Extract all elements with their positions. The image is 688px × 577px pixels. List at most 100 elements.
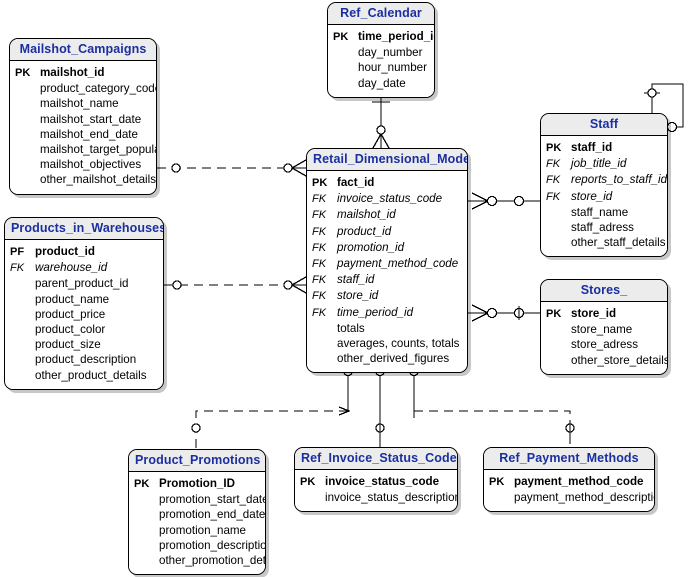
entity-title-products_in_warehouses: Products_in_Warehouses [5, 218, 163, 240]
relationship-ref-calendar-to-retail-dimensional-model [372, 93, 390, 149]
attribute-key-marker: FK [312, 258, 327, 271]
attribute-key-marker: PK [546, 308, 562, 320]
attribute-name: invoice_status_code [337, 192, 443, 206]
attribute-key-marker: FK [312, 225, 327, 238]
attribute-row: mailshot_start_date [15, 112, 151, 127]
attribute-row: product_color [10, 322, 158, 337]
attribute-row: FK payment_method_code [312, 256, 462, 272]
attribute-key-marker: FK [312, 193, 327, 206]
entity-mailshot_campaigns[interactable]: Mailshot_Campaigns PK mailshot_id product_c… [9, 38, 157, 195]
entity-title-ref_calendar: Ref_Calendar [328, 3, 434, 25]
attribute-name: product_category_code [40, 82, 157, 96]
attribute-row: PK Promotion_ID [134, 476, 260, 492]
entity-title-stores: Stores_ [541, 280, 667, 302]
entity-stores[interactable]: Stores_ PK store_id store_name store_adress o… [540, 279, 668, 375]
attribute-key-marker: PF [10, 246, 25, 258]
entity-ref_invoice_status_codes[interactable]: Ref_Invoice_Status_Codes PK invoice_status… [294, 447, 458, 513]
attribute-name: totals [337, 321, 365, 335]
attribute-name: mailshot_start_date [40, 112, 142, 126]
attribute-row: averages, counts, totals [312, 336, 462, 351]
attribute-row: FK warehouse_id [10, 260, 158, 276]
attribute-row: promotion_name [134, 523, 260, 538]
attribute-row: other_derived_figures [312, 351, 462, 366]
attribute-row: staff_adress [546, 220, 662, 235]
entity-products_in_warehouses[interactable]: Products_in_Warehouses PF product_id FK ware… [4, 217, 164, 390]
attribute-name: staff_adress [571, 221, 634, 235]
attribute-row: mailshot_end_date [15, 127, 151, 142]
attribute-key-marker: PK [134, 478, 150, 490]
attribute-row: product_price [10, 307, 158, 322]
attribute-row: product_size [10, 337, 158, 352]
attribute-row: PK store_id [546, 306, 662, 322]
attribute-key-marker: PK [300, 476, 316, 488]
entity-title-product_promotions: Product_Promotions [129, 450, 265, 472]
attribute-key-marker: FK [312, 209, 327, 222]
attribute-name: invoice_status_description [325, 491, 458, 505]
attribute-name: Promotion_ID [159, 477, 236, 490]
attribute-key-marker: FK [546, 174, 561, 187]
attribute-name: product_price [35, 307, 106, 321]
attribute-row: PF product_id [10, 244, 158, 260]
attribute-row: FK product_id [312, 224, 462, 240]
attribute-name: job_title_id [571, 157, 627, 171]
attribute-row: FK reports_to_staff_id [546, 172, 667, 188]
attribute-name: product_color [35, 323, 106, 337]
er-diagram-canvas: Ref_Calendar PK time_period_id day_number ho… [0, 0, 688, 577]
attribute-row: promotion_start_date [134, 492, 265, 507]
attribute-name: time_period_id [358, 30, 435, 43]
entity-retail_dimensional_model[interactable]: Retail_Dimensional_Model PK fact_id FK invoi… [306, 148, 468, 374]
attribute-row: day_date [333, 76, 429, 91]
attribute-key-marker: FK [312, 290, 327, 303]
attribute-row: other_promotion_details [134, 553, 265, 568]
attribute-row: product_name [10, 292, 158, 307]
attribute-row: FK promotion_id [312, 240, 462, 256]
entity-title-retail_dimensional_model: Retail_Dimensional_Model [307, 149, 467, 171]
entity-staff[interactable]: Staff PK staff_id FK job_title_id FK reports_t… [540, 113, 668, 258]
attribute-name: product_size [35, 338, 101, 352]
attribute-key-marker: PK [312, 177, 328, 189]
attribute-name: store_id [337, 289, 379, 303]
attribute-row: FK store_id [312, 288, 462, 304]
attribute-name: averages, counts, totals [337, 337, 460, 351]
attribute-key-marker: PK [15, 67, 31, 79]
attribute-row: product_category_code [15, 81, 156, 96]
attribute-name: warehouse_id [35, 261, 108, 275]
relationship-products-in-warehouses-to-retail-dimensional-model [164, 276, 307, 294]
attribute-name: product_id [35, 245, 95, 258]
entity-ref_calendar[interactable]: Ref_Calendar PK time_period_id day_number ho… [327, 2, 435, 98]
attribute-name: hour_number [358, 61, 427, 75]
attribute-name: mailshot_id [40, 66, 105, 79]
relationship-mailshot-campaigns-to-retail-dimensional-model [157, 159, 307, 177]
attribute-name: other_staff_details [571, 236, 666, 250]
attribute-key-marker: PK [489, 476, 505, 488]
entity-title-ref_invoice_status_codes: Ref_Invoice_Status_Codes [295, 448, 457, 470]
entity-title-ref_payment_methods: Ref_Payment_Methods [484, 448, 654, 470]
attribute-name: mailshot_id [337, 208, 396, 222]
entity-attributes-retail_dimensional_model: PK fact_id FK invoice_status_code FK mailshot… [307, 171, 467, 373]
attribute-row: FK store_id [546, 189, 662, 205]
entity-ref_payment_methods[interactable]: Ref_Payment_Methods PK payment_method_code… [483, 447, 655, 513]
attribute-row: totals [312, 321, 462, 336]
attribute-row: FK invoice_status_code [312, 191, 462, 207]
attribute-key-marker: PK [333, 31, 349, 43]
attribute-row: PK time_period_id [333, 29, 434, 45]
attribute-row: store_adress [546, 337, 662, 352]
attribute-row: store_name [546, 322, 662, 337]
attribute-name: promotion_name [159, 523, 247, 537]
attribute-name: mailshot_objectives [40, 158, 142, 172]
attribute-name: other_derived_figures [337, 352, 450, 366]
attribute-name: reports_to_staff_id [571, 173, 668, 187]
attribute-name: staff_name [571, 205, 629, 219]
attribute-name: other_mailshot_details [40, 173, 157, 187]
attribute-row: invoice_status_description [300, 490, 457, 505]
attribute-row: promotion_description [134, 538, 265, 553]
attribute-name: promotion_id [337, 240, 405, 254]
entity-product_promotions[interactable]: Product_Promotions PK Promotion_ID promotio… [128, 449, 266, 576]
attribute-name: promotion_description [159, 538, 266, 552]
attribute-row: other_product_details [10, 368, 158, 383]
attribute-name: store_name [571, 323, 633, 337]
attribute-name: payment_method_description [514, 491, 655, 505]
attribute-name: staff_id [337, 273, 375, 287]
attribute-name: payment_method_code [514, 475, 644, 488]
attribute-row: promotion_end_date [134, 507, 265, 522]
